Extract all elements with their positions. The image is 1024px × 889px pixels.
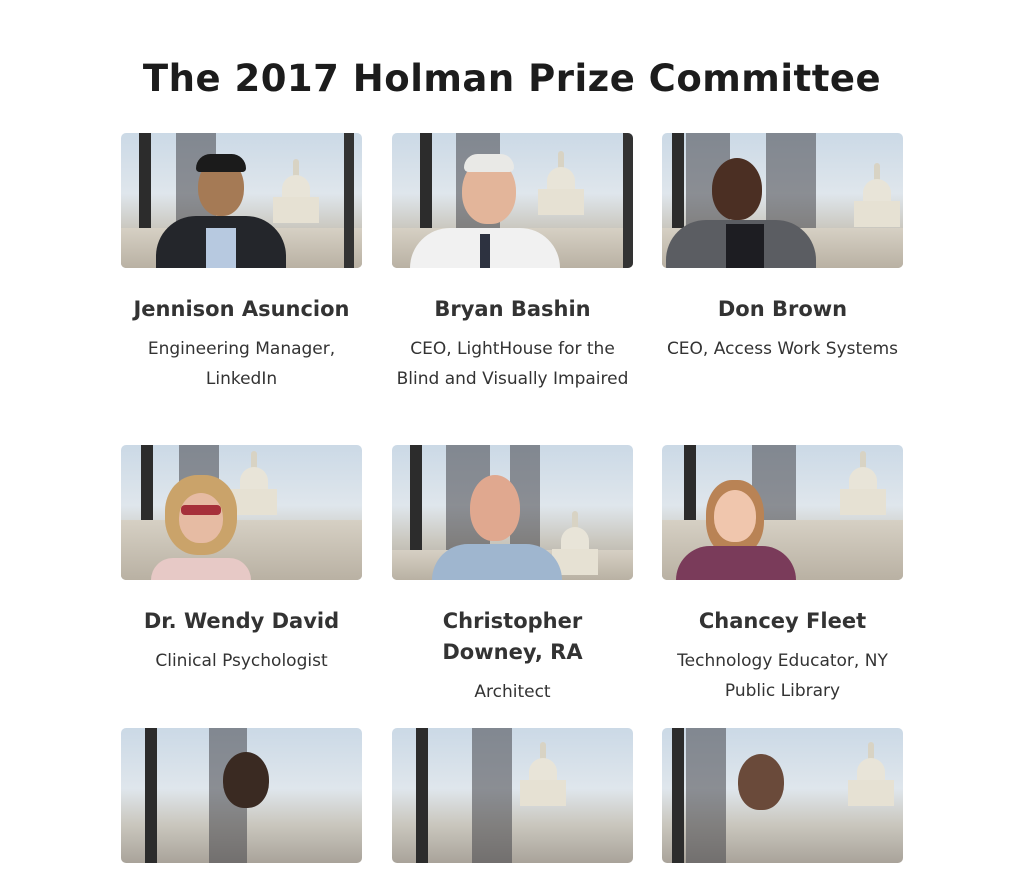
member-card: Christopher Downey, RA Architect bbox=[392, 445, 633, 707]
member-card: Don Brown CEO, Access Work Systems bbox=[662, 133, 903, 364]
member-name: Chancey Fleet bbox=[698, 609, 867, 633]
member-name: Bryan Bashin bbox=[434, 297, 591, 321]
member-photo bbox=[662, 445, 903, 580]
member-card: Chancey Fleet Technology Educator, NY Pu… bbox=[662, 445, 903, 706]
member-role: Engineering Manager, LinkedIn bbox=[147, 339, 336, 389]
member-photo bbox=[121, 728, 362, 863]
member-name: Jennison Asuncion bbox=[133, 297, 350, 321]
member-photo bbox=[662, 133, 903, 268]
member-photo bbox=[121, 133, 362, 268]
member-name: Don Brown bbox=[717, 297, 848, 321]
member-role: CEO, Access Work Systems bbox=[666, 339, 899, 359]
member-card bbox=[121, 728, 362, 889]
member-photo bbox=[392, 728, 633, 863]
member-card bbox=[392, 728, 633, 889]
member-photo bbox=[662, 728, 903, 863]
member-photo bbox=[121, 445, 362, 580]
member-photo bbox=[392, 133, 633, 268]
member-card: Bryan Bashin CEO, LightHouse for the Bli… bbox=[392, 133, 633, 394]
member-role: CEO, LightHouse for the Blind and Visual… bbox=[396, 339, 629, 389]
member-card: Jennison Asuncion Engineering Manager, L… bbox=[121, 133, 362, 394]
member-name: Dr. Wendy David bbox=[143, 609, 340, 633]
member-role: Clinical Psychologist bbox=[155, 651, 328, 671]
member-role: Technology Educator, NY Public Library bbox=[677, 651, 888, 701]
page-title: The 2017 Holman Prize Committee bbox=[142, 56, 882, 100]
member-card: Dr. Wendy David Clinical Psychologist bbox=[121, 445, 362, 676]
member-name: Christopher Downey, RA bbox=[442, 609, 583, 664]
member-card bbox=[662, 728, 903, 889]
member-role: Architect bbox=[474, 682, 551, 702]
member-photo bbox=[392, 445, 633, 580]
